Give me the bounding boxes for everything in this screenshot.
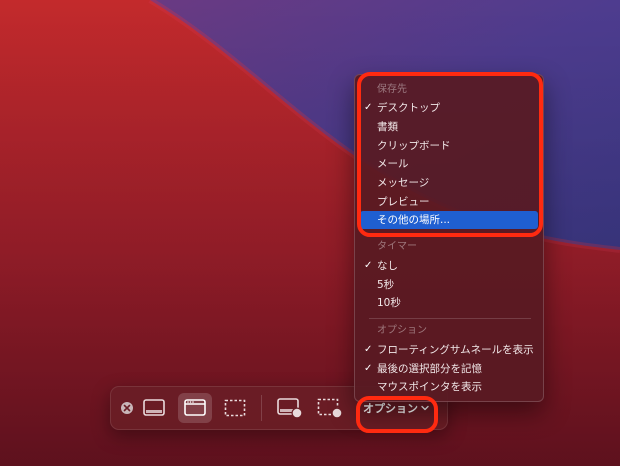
window-icon: [184, 399, 206, 416]
menu-separator: [369, 235, 531, 236]
capture-selection-button[interactable]: [218, 393, 252, 423]
chevron-down-icon: [421, 405, 429, 411]
checkmark-icon: ✓: [364, 363, 373, 374]
checkmark-icon: ✓: [364, 260, 373, 271]
menu-item-timer-5s[interactable]: 5秒: [360, 276, 538, 294]
menu-item-label: フローティングサムネールを表示: [377, 344, 534, 356]
menu-item-show-mouse-pointer[interactable]: マウスポインタを表示: [360, 378, 538, 396]
timer-header: タイマー: [377, 241, 417, 252]
menu-item-documents[interactable]: 書類: [360, 118, 538, 136]
close-icon[interactable]: [121, 402, 133, 414]
menu-item-mail[interactable]: メール: [360, 155, 538, 173]
options-menu: 保存先 ✓ デスクトップ 書類 クリップボード メール メッセージ プレビュー …: [354, 74, 544, 402]
menu-item-label: メッセージ: [377, 177, 430, 189]
menu-item-messages[interactable]: メッセージ: [360, 174, 538, 192]
menu-item-clipboard[interactable]: クリップボード: [360, 137, 538, 155]
record-selection-icon: [317, 398, 343, 419]
menu-separator: [369, 318, 531, 319]
menu-item-label: マウスポインタを表示: [377, 381, 482, 393]
menu-item-remember-selection[interactable]: ✓ 最後の選択部分を記憶: [360, 360, 538, 378]
record-screen-icon: [277, 398, 303, 419]
menu-item-label: 最後の選択部分を記憶: [377, 363, 482, 375]
record-selection-button[interactable]: [313, 393, 347, 423]
menu-item-label: なし: [377, 260, 398, 272]
save-to-header: 保存先: [377, 84, 407, 95]
selection-icon: [224, 399, 246, 417]
menu-item-desktop[interactable]: ✓ デスクトップ: [360, 99, 538, 117]
desktop: オプション 保存先 ✓ デスクトップ 書類 クリップボード メール メッセージ …: [0, 0, 620, 466]
menu-item-label: 5秒: [377, 279, 395, 291]
menu-item-floating-thumbnail[interactable]: ✓ フローティングサムネールを表示: [360, 341, 538, 359]
checkmark-icon: ✓: [364, 102, 373, 113]
menu-item-label: 10秒: [377, 297, 401, 309]
menu-item-label: プレビュー: [377, 196, 430, 208]
entire-screen-icon: [143, 399, 165, 416]
menu-item-label: 書類: [377, 121, 398, 133]
menu-item-timer-10s[interactable]: 10秒: [360, 294, 538, 312]
options-button-label: オプション: [363, 402, 418, 415]
menu-item-label: クリップボード: [377, 140, 451, 152]
menu-item-label: メール: [377, 158, 409, 170]
capture-entire-screen-button[interactable]: [137, 393, 171, 423]
toolbar-separator: [261, 395, 262, 421]
options-header: オプション: [377, 325, 427, 336]
menu-item-timer-none[interactable]: ✓ なし: [360, 257, 538, 275]
menu-item-label: デスクトップ: [377, 102, 440, 114]
checkmark-icon: ✓: [364, 344, 373, 355]
menu-item-preview[interactable]: プレビュー: [360, 193, 538, 211]
record-entire-screen-button[interactable]: [273, 393, 307, 423]
menu-item-other-location[interactable]: その他の場所...: [360, 211, 538, 229]
menu-item-label: その他の場所...: [377, 214, 451, 226]
capture-window-button[interactable]: [178, 393, 212, 423]
